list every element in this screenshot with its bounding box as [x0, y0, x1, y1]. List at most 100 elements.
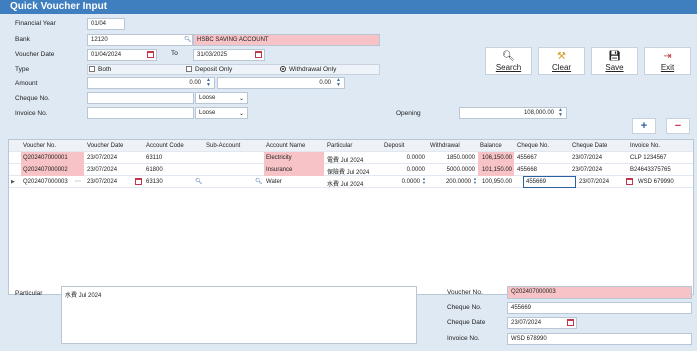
table-row[interactable]: Q202407000002 23/07/2024 61800 Insurance… — [9, 164, 693, 176]
sub-account-cell[interactable] — [204, 176, 254, 188]
balance-cell[interactable]: 101,150.00 — [478, 164, 514, 176]
withdrawal-radio[interactable] — [280, 66, 286, 73]
invoice-no-field[interactable] — [87, 107, 194, 119]
voucher-no-cell[interactable]: Q202407000001 — [21, 152, 84, 164]
invoice-no-cell[interactable]: CLP 1234567 — [628, 152, 692, 164]
column-header[interactable]: Sub-Account — [204, 140, 263, 152]
account-name-cell[interactable]: Insurance — [264, 164, 324, 176]
voucher-no-cell[interactable]: Q202407000002 — [21, 164, 84, 176]
withdrawal-cell[interactable]: 200.0000 — [428, 176, 473, 188]
search-button[interactable]: 🔍︎ Search — [485, 47, 532, 75]
detail-cheque-date-label: Cheque Date — [447, 319, 486, 326]
column-header[interactable]: Account Code — [144, 140, 203, 152]
table-row-selected[interactable]: ▶ Q202407000003 ⋯ 23/07/2024 63130 🔍︎ 🔍︎… — [9, 176, 693, 188]
column-header[interactable]: Account Name — [264, 140, 324, 152]
account-code-cell[interactable]: 63110 — [144, 152, 203, 164]
financial-year-field[interactable]: 01/04 — [87, 18, 125, 30]
account-search-icon[interactable]: 🔍︎ — [195, 178, 203, 185]
exit-door-icon: ⇥ — [663, 51, 672, 62]
save-button[interactable]: 💾︎ Save — [591, 47, 638, 75]
cheque-no-editor[interactable]: 455669 — [523, 176, 576, 188]
withdrawal-cell[interactable]: 5000.0000 — [428, 164, 477, 176]
exit-button[interactable]: ⇥ Exit — [644, 47, 691, 75]
voucher-grid: Voucher No. Voucher Date Account Code Su… — [8, 139, 694, 295]
column-header[interactable]: Balance — [478, 140, 514, 152]
column-header[interactable]: Deposit — [382, 140, 427, 152]
deposit-cell[interactable]: 0.0000 — [382, 176, 422, 188]
column-header[interactable]: Cheque Date — [570, 140, 627, 152]
clear-button[interactable]: ⚒ Clear — [538, 47, 585, 75]
voucher-no-cell[interactable]: Q202407000003 — [21, 176, 73, 188]
date-to-calendar-icon[interactable] — [255, 51, 262, 58]
invoice-no-cell[interactable]: WSD 679990 — [636, 176, 692, 188]
sub-account-cell[interactable] — [204, 152, 263, 164]
cheque-no-cell[interactable]: 455668 — [515, 164, 569, 176]
deposit-checkbox[interactable] — [186, 66, 192, 73]
cheque-match-select[interactable]: Loose ⌄ — [195, 92, 248, 104]
voucher-date-cell[interactable]: 23/07/2024 — [85, 152, 143, 164]
amount-from-spin-icon[interactable]: ▲ ▼ — [206, 78, 211, 88]
detail-calendar-icon[interactable] — [567, 319, 574, 326]
type-deposit-option[interactable]: Deposit Only — [186, 66, 232, 73]
particular-cell[interactable]: 水費 Jul 2024 — [325, 176, 381, 188]
type-both-option[interactable]: Both — [89, 66, 111, 73]
balance-cell[interactable]: 100,950.00 — [478, 176, 514, 188]
chevron-down-icon: ⌄ — [238, 96, 244, 102]
opening-spin-icon[interactable]: ▲ ▼ — [558, 108, 563, 118]
financial-year-label: Financial Year — [15, 20, 56, 27]
deposit-spin-icon[interactable]: ▲ ▼ — [422, 177, 426, 185]
column-header[interactable]: Invoice No. — [628, 140, 692, 152]
deposit-cell[interactable]: 0.0000 — [382, 164, 427, 176]
add-row-button[interactable]: + — [632, 118, 656, 134]
row-calendar-icon[interactable] — [135, 178, 142, 185]
both-checkbox[interactable] — [89, 66, 95, 73]
amount-to-spin-icon[interactable]: ▲ ▼ — [336, 78, 341, 88]
invoice-match-select[interactable]: Loose ⌄ — [195, 107, 248, 119]
particular-memo[interactable]: 水費 Jul 2024 — [61, 286, 417, 344]
chevron-down-icon: ⌄ — [238, 111, 244, 117]
cheque-date-cell[interactable]: 23/07/2024 — [570, 152, 627, 164]
column-header[interactable]: Withdrawal — [428, 140, 477, 152]
opening-field[interactable]: 108,000.00 — [459, 107, 567, 119]
remove-row-button[interactable]: − — [666, 118, 690, 134]
account-code-cell[interactable]: 61800 — [144, 164, 203, 176]
amount-to-field[interactable]: 0.00 — [217, 77, 345, 89]
window-title: Quick Voucher Input — [0, 0, 697, 14]
invoice-no-cell[interactable]: B24643375765 — [628, 164, 692, 176]
account-name-cell[interactable]: Electricity — [264, 152, 324, 164]
type-withdrawal-option[interactable]: Withdrawal Only — [280, 66, 336, 73]
deposit-cell[interactable]: 0.0000 — [382, 152, 427, 164]
type-label: Type — [15, 66, 30, 73]
balance-cell[interactable]: 106,150.00 — [478, 152, 514, 164]
sub-account-search-icon[interactable]: 🔍︎ — [255, 178, 263, 185]
sub-account-cell[interactable] — [204, 164, 263, 176]
detail-voucher-no-label: Voucher No. — [447, 289, 483, 296]
detail-invoice-no-field[interactable]: WSD 678990 — [507, 333, 692, 345]
account-name-cell[interactable]: Water — [264, 176, 324, 188]
detail-cheque-no-label: Cheque No. — [447, 304, 482, 311]
cheque-date-calendar-icon[interactable] — [626, 178, 633, 185]
cheque-no-cell[interactable]: 455667 — [515, 152, 569, 164]
withdrawal-spin-icon[interactable]: ▲ ▼ — [473, 177, 477, 185]
voucher-date-cell[interactable]: 23/07/2024 — [85, 164, 143, 176]
bank-code-field[interactable]: 12120 — [87, 34, 193, 46]
column-header[interactable]: Voucher Date — [85, 140, 143, 152]
main-panel: Financial Year 01/04 Bank 12120 🔍︎ HSBC … — [0, 14, 697, 351]
account-code-cell[interactable]: 63130 — [144, 176, 194, 188]
detail-cheque-no-field[interactable]: 455669 — [507, 302, 692, 314]
voucher-date-cell[interactable]: 23/07/2024 — [85, 176, 133, 188]
column-header[interactable]: Particular — [325, 140, 381, 152]
cheque-no-field[interactable] — [87, 92, 194, 104]
particular-cell[interactable]: 保險費 Jul 2024 — [325, 164, 381, 176]
cheque-date-cell[interactable]: 23/07/2024 — [577, 176, 625, 188]
bank-search-icon[interactable]: 🔍︎ — [184, 36, 192, 43]
withdrawal-cell[interactable]: 1850.0000 — [428, 152, 477, 164]
amount-from-field[interactable]: 0.00 — [87, 77, 215, 89]
cheque-date-cell[interactable]: 23/07/2024 — [570, 164, 627, 176]
table-row[interactable]: Q202407000001 23/07/2024 63110 Electrici… — [9, 152, 693, 164]
particular-cell[interactable]: 電費 Jul 2024 — [325, 152, 381, 164]
date-from-calendar-icon[interactable] — [147, 51, 154, 58]
column-header[interactable]: Voucher No. — [21, 140, 84, 152]
ellipsis-icon[interactable]: ⋯ — [75, 178, 81, 185]
column-header[interactable]: Cheque No. — [515, 140, 569, 152]
